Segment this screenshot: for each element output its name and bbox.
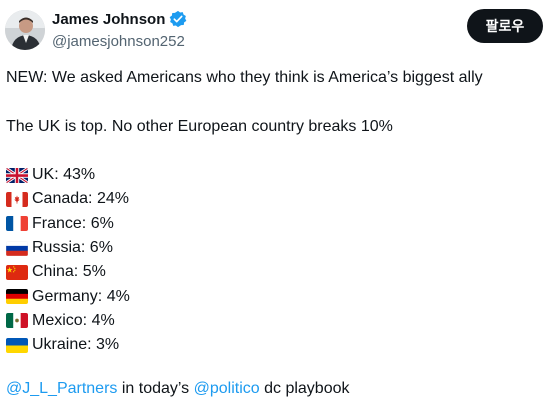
list-item: UK: 43% [6, 163, 130, 187]
footer-text: dc playbook [259, 380, 350, 397]
list-item-label: Canada: 24% [32, 190, 129, 208]
post-headline: NEW: We asked Americans who they think i… [6, 69, 483, 86]
list-item-label: China: 5% [32, 263, 106, 281]
ukraine-flag-icon [6, 337, 28, 353]
list-item-label: Mexico: 4% [32, 311, 115, 329]
footer-text: in today’s [117, 380, 194, 397]
mention-link[interactable]: @J_L_Partners [6, 380, 117, 397]
list-item-label: Ukraine: 3% [32, 336, 120, 354]
avatar[interactable] [5, 10, 45, 50]
list-item: France: 6% [6, 212, 130, 236]
germany-flag-icon [6, 289, 28, 305]
list-item: Germany: 4% [6, 284, 130, 308]
author-handle[interactable]: @jamesjohnson252 [52, 33, 185, 50]
list-item: Canada: 24% [6, 187, 130, 211]
follow-button[interactable]: 팔로우 [467, 9, 543, 43]
verified-badge-icon [169, 10, 187, 28]
list-item-label: France: 6% [32, 214, 114, 232]
mention-link[interactable]: @politico [194, 380, 260, 397]
canada-flag-icon [6, 191, 28, 207]
mexico-flag-icon [6, 313, 28, 329]
list-item: Ukraine: 3% [6, 333, 130, 357]
results-list: UK: 43% Canada: 24% France: 6% Russia: 6… [6, 163, 130, 357]
post-subline: The UK is top. No other European country… [6, 118, 393, 135]
post-card: James Johnson @jamesjohnson252 팔로우 NEW: … [0, 0, 549, 407]
post-footer: @J_L_Partners in today’s @politico dc pl… [6, 380, 350, 398]
list-item: Russia: 6% [6, 236, 130, 260]
uk-flag-icon [6, 167, 28, 183]
list-item-label: Germany: 4% [32, 287, 130, 305]
france-flag-icon [6, 216, 28, 232]
author-name[interactable]: James Johnson [52, 11, 165, 28]
china-flag-icon [6, 264, 28, 280]
russia-flag-icon [6, 240, 28, 256]
list-item: Mexico: 4% [6, 309, 130, 333]
list-item-label: Russia: 6% [32, 239, 113, 257]
list-item-label: UK: 43% [32, 166, 96, 184]
author-name-row: James Johnson [52, 10, 187, 28]
list-item: China: 5% [6, 260, 130, 284]
